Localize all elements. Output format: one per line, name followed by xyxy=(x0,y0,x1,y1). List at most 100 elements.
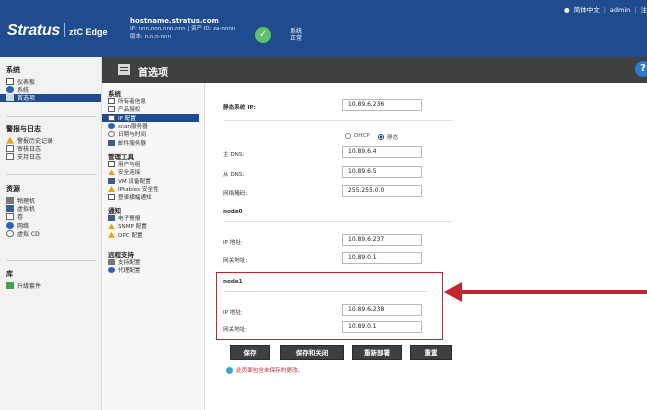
secondary-dns-field[interactable]: 10.89.6.5 xyxy=(342,166,422,178)
subnav-e-alerts[interactable]: 电子警报 xyxy=(102,214,147,222)
user-menu[interactable]: admin xyxy=(610,6,630,14)
clock-icon xyxy=(108,131,115,138)
edition-name: ztC Edge xyxy=(69,27,108,37)
nav-section-resources: 资源 物理机 虚拟机 卷 网络 虚拟 CD xyxy=(6,184,40,238)
subnav-support-config[interactable]: 支持配置 xyxy=(102,258,140,266)
virtual-machine-icon xyxy=(6,204,14,212)
subnav-ip-config[interactable]: IP 配置 xyxy=(102,113,199,122)
globe-icon: ● xyxy=(564,6,570,14)
static-radio[interactable]: 静态 xyxy=(378,133,398,141)
secondary-dns-label: 从 DNS: xyxy=(223,172,245,178)
subnav-secure-connection[interactable]: 安全连接 xyxy=(102,168,159,176)
subnav-mail-server[interactable]: 邮件服务器 xyxy=(102,138,199,147)
lock-icon xyxy=(108,169,115,176)
subnav-owner-info[interactable]: 所有者信息 xyxy=(102,97,199,105)
opc-icon xyxy=(108,231,115,238)
node0-ip-field[interactable]: 10.89.6.237 xyxy=(342,234,422,246)
stratus-logo: Stratus ztC Edge xyxy=(7,22,108,40)
top-extra-link[interactable]: 注 xyxy=(641,6,647,14)
subnav-users-groups[interactable]: 用户与组 xyxy=(102,160,159,168)
info-icon xyxy=(108,194,115,201)
mail-icon xyxy=(108,139,115,146)
subnav-list-remote: 支持配置 代理配置 xyxy=(102,258,140,275)
nav-section-title: 系统 xyxy=(6,66,20,74)
primary-dns-field[interactable]: 10.89.6.4 xyxy=(342,146,422,158)
system-icon xyxy=(6,85,14,93)
subnav-list-admin: 用户与组 安全连接 VM 设备配置 IPtables 安全性 登录横幅通知 xyxy=(102,160,159,201)
node0-ip-label: IP 地址: xyxy=(223,240,243,246)
virtual-cd-icon xyxy=(6,229,14,237)
subnav-date-time[interactable]: 日期与时间 xyxy=(102,130,199,138)
static-ip-label: 静态系统 IP: xyxy=(223,105,256,111)
info-icon xyxy=(226,366,233,374)
audit-log-icon xyxy=(6,144,14,152)
node0-gateway-field[interactable]: 10.89.0.1 xyxy=(342,252,422,264)
server-icon xyxy=(108,123,115,130)
static-ip-field[interactable]: 10.89.6.236 xyxy=(342,99,422,111)
snmp-icon xyxy=(108,223,115,230)
vm-device-icon xyxy=(108,177,115,184)
network-icon xyxy=(6,221,14,229)
alert-icon xyxy=(6,136,14,144)
unsaved-warning: 此页面包含未保存的更改。 xyxy=(226,366,303,374)
reset-button[interactable]: 重置 xyxy=(410,345,452,360)
dhcp-radio-dot xyxy=(345,133,351,139)
preferences-subnav: 系统 所有者信息 产品授权 IP 配置 scan服务器 日期与时间 邮件服务器 … xyxy=(102,83,205,410)
status-value: 正常 xyxy=(290,35,303,42)
brand-name: Stratus xyxy=(7,22,61,39)
language-selector[interactable]: 简体中文 xyxy=(574,6,600,14)
subnav-login-banner[interactable]: 登录横幅通知 xyxy=(102,193,159,201)
node0-gateway-label: 网关地址: xyxy=(223,258,248,264)
nav-section-title: 警报与日志 xyxy=(6,125,41,133)
unsaved-warning-text: 此页面包含未保存的更改。 xyxy=(236,368,304,374)
ip-asset-line: IP: nnn.nnn.nnn.nnn | 资产 ID: zа-nnnn xyxy=(130,26,236,32)
shield-icon xyxy=(108,186,115,193)
nav-item-preferences[interactable]: 首选项 xyxy=(0,93,101,102)
page-header: 首选项 ? xyxy=(102,57,647,83)
dashboard-icon xyxy=(6,77,14,85)
subnav-list-notify: 电子警报 SNMP 配置 OPC 配置 xyxy=(102,214,147,239)
left-nav: 系统 仪表板 系统 首选项 警报与日志 警报历史记录 审核日志 支持日志 资源 … xyxy=(0,57,102,410)
system-status: 系统 正常 xyxy=(290,28,302,42)
top-bar: Stratus ztC Edge hostname.stratus.com IP:… xyxy=(0,0,647,57)
subnav-product-license[interactable]: 产品授权 xyxy=(102,105,199,113)
redeploy-button[interactable]: 重新部署 xyxy=(352,345,402,360)
subnav-list-system: 所有者信息 产品授权 IP 配置 scan服务器 日期与时间 邮件服务器 xyxy=(102,97,199,147)
primary-dns-label: 主 DNS: xyxy=(223,152,245,158)
nav-item-upgrade-kit[interactable]: 升级套件 xyxy=(6,281,41,290)
node1-highlight-box xyxy=(216,272,443,340)
nav-item-virtual-cd[interactable]: 虚拟 CD xyxy=(6,229,40,238)
status-check-icon: ✓ xyxy=(255,27,271,43)
support-config-icon xyxy=(108,259,115,266)
support-log-icon xyxy=(6,153,14,161)
subnav-proxy-config[interactable]: 代理配置 xyxy=(102,266,140,274)
status-label: 系统 xyxy=(290,28,303,35)
subnav-iptables-security[interactable]: IPtables 安全性 xyxy=(102,185,159,193)
subnav-scan-server[interactable]: scan服务器 xyxy=(102,122,199,130)
preferences-header-icon xyxy=(118,64,130,75)
subnav-vm-device-config[interactable]: VM 设备配置 xyxy=(102,177,159,185)
license-icon xyxy=(108,106,115,113)
proxy-icon xyxy=(108,267,115,274)
physical-machine-icon xyxy=(6,196,14,204)
users-icon xyxy=(108,161,115,168)
subnav-snmp-config[interactable]: SNMP 配置 xyxy=(102,222,147,230)
page-title: 首选项 xyxy=(138,68,168,79)
top-links: ● 简体中文 | admin | 注 xyxy=(564,6,647,14)
save-button[interactable]: 保存 xyxy=(230,345,270,360)
dhcp-radio[interactable]: DHCP xyxy=(345,133,370,139)
save-and-close-button[interactable]: 保存和关闭 xyxy=(280,345,344,360)
nav-section-title: 资源 xyxy=(6,185,20,193)
nav-section-system: 系统 仪表板 系统 首选项 xyxy=(0,65,101,102)
nav-section-library: 库 升级套件 xyxy=(6,269,41,290)
annotation-arrow-line xyxy=(455,290,647,294)
netmask-field[interactable]: 255.255.0.0 xyxy=(342,185,422,197)
help-icon[interactable]: ? xyxy=(635,61,647,77)
upgrade-kit-icon xyxy=(6,281,14,289)
volume-icon xyxy=(6,213,14,221)
host-info: hostname.stratus.com IP: nnn.nnn.nnn.nnn… xyxy=(130,17,235,41)
nav-section-title: 库 xyxy=(6,270,13,278)
email-alert-icon xyxy=(108,215,115,222)
subnav-opc-config[interactable]: OPC 配置 xyxy=(102,231,147,239)
nav-item-support-log[interactable]: 支持日志 xyxy=(6,153,53,161)
